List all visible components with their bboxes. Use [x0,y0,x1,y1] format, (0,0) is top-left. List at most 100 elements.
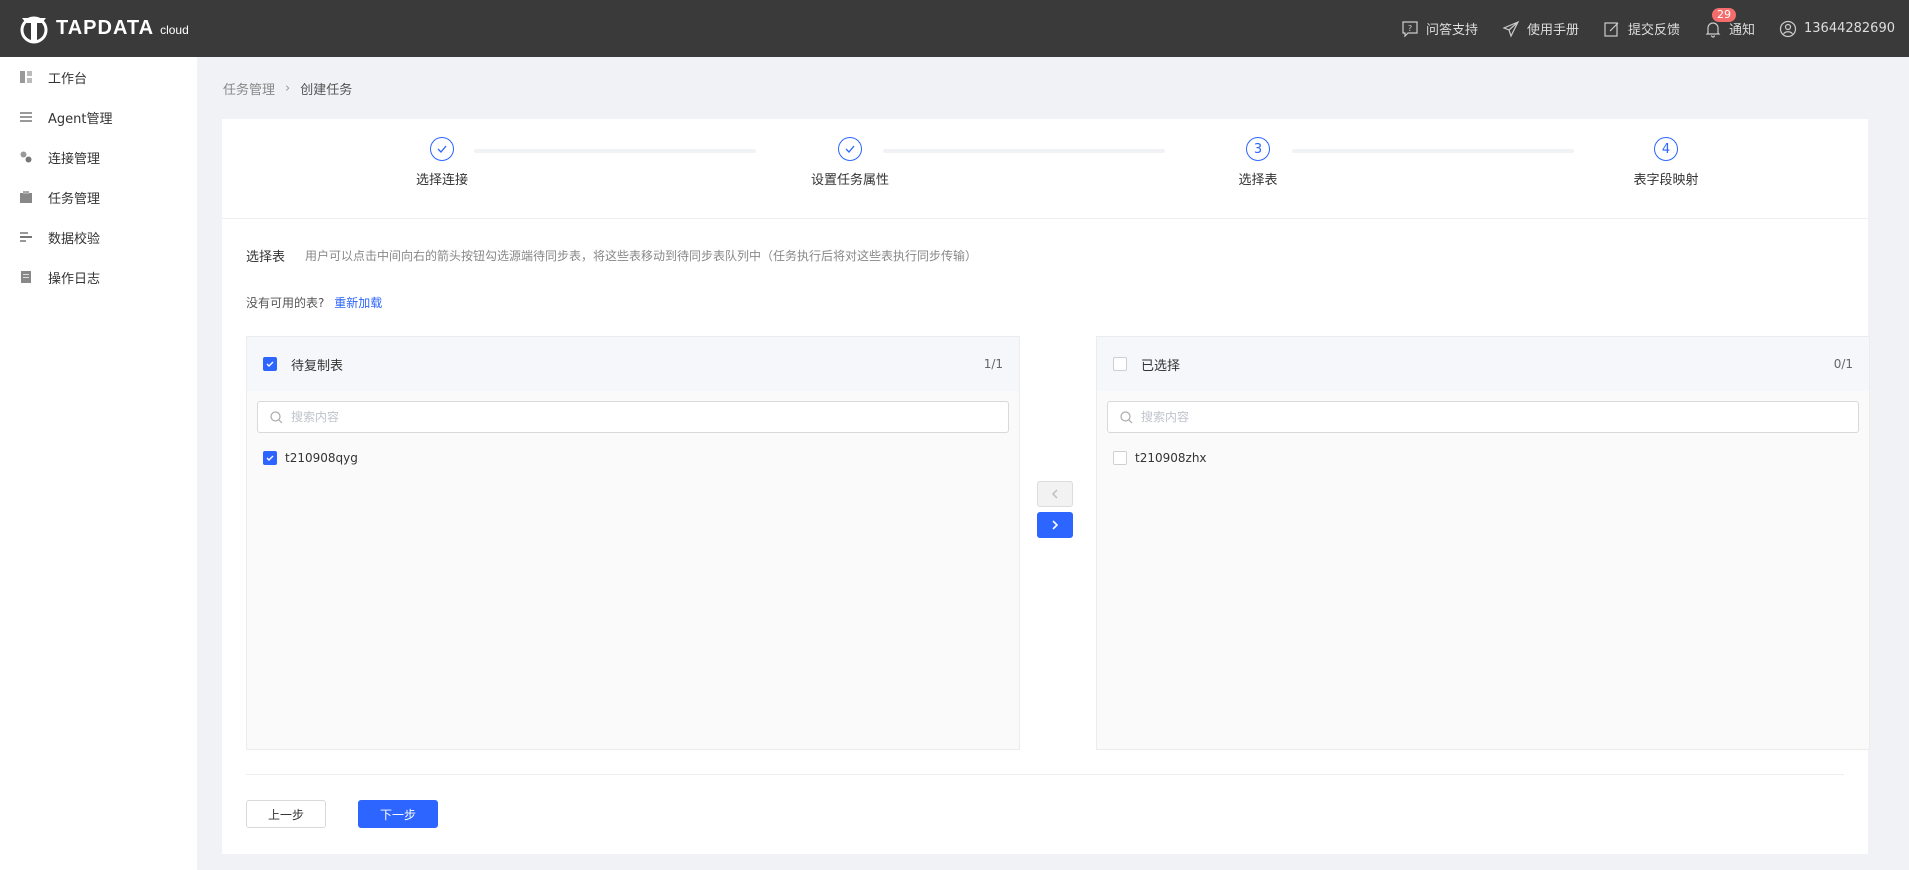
check-icon [266,361,274,367]
section-title: 选择表 [246,250,286,265]
user-manual-label: 使用手册 [1526,23,1579,38]
list-item[interactable]: t210908zhx [1097,451,1869,465]
logo-sup: cloud [160,22,189,37]
no-table-text: 没有可用的表? [246,296,325,310]
sidebar-item-workbench[interactable]: 工作台 [0,57,197,97]
move-left-button[interactable] [1037,481,1073,507]
breadcrumb-parent[interactable]: 任务管理 [223,79,275,98]
qa-support-link[interactable]: ? 问答支持 [1401,19,1478,38]
step-done-circle [838,137,862,161]
step-label: 选择连接 [415,173,468,188]
check-icon [845,145,855,153]
log-icon [21,271,31,283]
task-icon [20,191,32,203]
notification-badge: 29 [1712,8,1736,22]
reload-link[interactable]: 重新加载 [334,296,382,310]
selected-search-input[interactable] [1141,410,1806,424]
source-search-input[interactable] [291,410,956,424]
prev-step-button[interactable]: 上一步 [246,800,326,828]
sidebar-item-agent[interactable]: Agent管理 [0,97,197,137]
notification-label: 通知 [1729,23,1756,38]
item-checkbox[interactable] [263,451,277,465]
sidebar-item-tasks[interactable]: 任务管理 [0,177,197,217]
check-icon [266,455,274,461]
step-number: 3 [1246,137,1270,161]
notification-link[interactable]: 29 通知 [1704,8,1756,38]
breadcrumb: 任务管理 › 创建任务 [223,79,352,98]
step-number: 4 [1654,137,1678,161]
sidebar-item-data-check[interactable]: 数据校验 [0,217,197,257]
step-label: 表字段映射 [1633,173,1699,188]
sidebar-item-label: Agent管理 [48,111,113,127]
sidebar-item-label: 数据校验 [48,231,101,247]
edit-icon [1604,21,1619,37]
main-content: 任务管理 › 创建任务 选择连接 设置任务属性 3 选择表 4 表字段映射 选择… [197,57,1909,870]
step-done-circle [430,137,454,161]
qa-support-label: 问答支持 [1425,23,1478,38]
user-manual-link[interactable]: 使用手册 [1502,19,1579,38]
bell-icon [1705,21,1721,38]
dashboard-icon [20,71,32,83]
sidebar-item-logs[interactable]: 操作日志 [0,257,197,297]
feedback-link[interactable]: 提交反馈 [1603,19,1680,38]
sidebar-item-connections[interactable]: 连接管理 [0,137,197,177]
tapdata-logo-icon [20,16,48,43]
step-select-table: 3 选择表 [1168,137,1348,188]
panel-title: 待复制表 [291,358,344,374]
select-all-checkbox[interactable] [263,357,277,371]
user-phone-label: 13644282690 [1804,21,1895,36]
list-icon [20,112,32,122]
list-item[interactable]: t210908qyg [247,451,1019,465]
chevron-left-icon [1052,489,1058,499]
panel-count: 1/1 [983,357,1003,371]
breadcrumb-current: 创建任务 [300,83,353,98]
sidebar: 工作台 Agent管理 连接管理 任务管理 数据校验 操作日志 [0,57,197,870]
feedback-label: 提交反馈 [1627,23,1680,38]
question-icon: ? [1402,20,1418,37]
table-name: t210908qyg [285,451,358,465]
logo-text: TAPDATA [56,17,155,39]
source-table-panel: 待复制表 1/1 t210908qyg [246,336,1020,750]
source-search-box [257,401,1009,433]
step-select-connection: 选择连接 [352,137,532,188]
step-label: 选择表 [1238,173,1278,188]
panel-header: 待复制表 1/1 [247,337,1019,391]
section-hint: 用户可以点击中间向右的箭头按钮勾选源端待同步表，将这些表移动到待同步表队列中（任… [305,249,978,263]
move-right-button[interactable] [1037,512,1073,538]
chevron-right-icon: › [285,81,291,96]
item-checkbox[interactable] [1113,451,1127,465]
check-icon [437,145,447,153]
paper-plane-icon [1502,20,1520,38]
step-task-properties: 设置任务属性 [760,137,940,188]
check-data-icon [20,232,32,242]
chevron-right-icon [1052,520,1059,530]
panel-header: 已选择 0/1 [1097,337,1869,391]
sidebar-item-label: 任务管理 [48,191,101,207]
top-navbar: TAPDATA cloud ? 问答支持 使用手册 提交反馈 29 通知 136… [0,0,1909,57]
sidebar-item-label: 工作台 [48,71,88,87]
selected-search-box [1107,401,1859,433]
top-actions: ? 问答支持 使用手册 提交反馈 29 通知 13644282690 [1377,0,1895,57]
user-icon [1779,20,1797,37]
user-account-menu[interactable]: 13644282690 [1779,20,1895,38]
create-task-card: 选择连接 设置任务属性 3 选择表 4 表字段映射 选择表 用户可以点击中间向右… [222,119,1870,854]
table-name: t210908zhx [1135,451,1207,465]
search-icon [1120,410,1133,423]
search-icon [270,410,283,423]
logo[interactable]: TAPDATA cloud [18,13,189,45]
link-icon [20,151,32,163]
step-indicator: 选择连接 设置任务属性 3 选择表 4 表字段映射 [222,119,1868,219]
panel-count: 0/1 [1833,357,1853,371]
selected-table-panel: 已选择 0/1 t210908zhx [1096,336,1870,750]
next-step-button[interactable]: 下一步 [358,800,438,828]
step-field-mapping: 4 表字段映射 [1576,137,1756,188]
reload-row: 没有可用的表? 重新加载 [246,294,382,311]
footer-divider [246,774,1844,775]
select-all-checkbox[interactable] [1113,357,1127,371]
sidebar-item-label: 操作日志 [48,271,101,287]
section-header: 选择表 用户可以点击中间向右的箭头按钮勾选源端待同步表，将这些表移动到待同步表队… [246,246,977,265]
svg-text:?: ? [1408,24,1412,33]
sidebar-item-label: 连接管理 [48,151,101,167]
step-label: 设置任务属性 [810,173,889,188]
panel-title: 已选择 [1141,358,1181,374]
